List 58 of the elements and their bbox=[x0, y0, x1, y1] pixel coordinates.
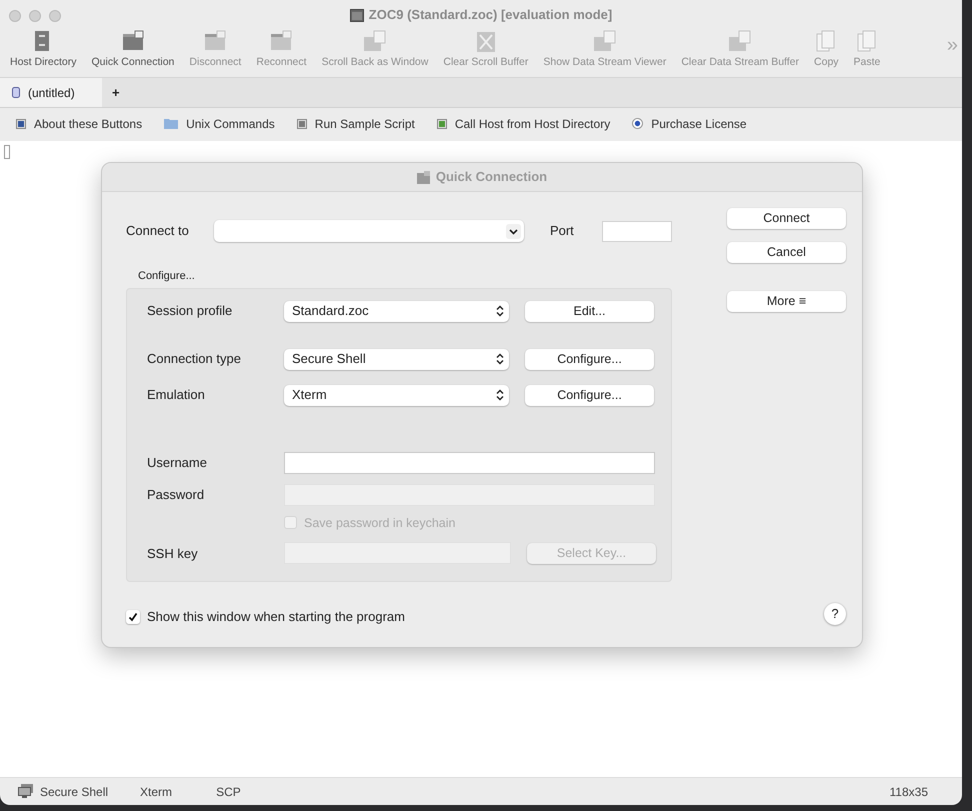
help-button[interactable]: ? bbox=[824, 603, 846, 625]
status-text: SCP bbox=[216, 784, 241, 800]
field-label: Port bbox=[550, 222, 575, 240]
group-label: Configure... bbox=[138, 269, 195, 284]
popup-button[interactable]: Standard.zoc bbox=[284, 300, 509, 322]
port-field[interactable] bbox=[602, 220, 672, 242]
field-label: Session profile bbox=[147, 302, 234, 320]
script-button[interactable]: About these Buttons bbox=[16, 114, 142, 132]
script-button[interactable]: Unix Commands bbox=[164, 114, 275, 132]
dialog-button[interactable]: Connect bbox=[727, 208, 846, 229]
field-label: Emulation bbox=[147, 386, 206, 404]
dialog-button[interactable]: Edit... bbox=[525, 300, 654, 322]
new-tab-button[interactable]: + bbox=[102, 78, 130, 107]
field-label: Username bbox=[147, 454, 208, 472]
terminal-icon bbox=[203, 30, 228, 52]
field-label: Connection type bbox=[147, 350, 242, 368]
popup-button[interactable]: Secure Shell bbox=[284, 348, 509, 370]
terminal-icon bbox=[269, 30, 294, 52]
script-button[interactable]: Call Host from Host Directory bbox=[436, 114, 610, 132]
up-down-icon bbox=[496, 353, 504, 365]
field-label: Password bbox=[147, 486, 206, 504]
monitor-icon bbox=[18, 784, 34, 799]
toolbar-button[interactable]: Host Directory bbox=[10, 30, 77, 71]
document-icon bbox=[12, 87, 20, 98]
dialog-title: Quick Connection bbox=[436, 168, 548, 186]
zoom-button[interactable] bbox=[49, 10, 61, 22]
script-button[interactable]: Run Sample Script bbox=[296, 114, 415, 132]
window-title: ZOC9 (Standard.zoc) [evaluation mode] bbox=[368, 6, 612, 24]
up-down-icon bbox=[496, 389, 504, 401]
terminal-icon bbox=[416, 170, 431, 184]
window-icon bbox=[592, 30, 617, 52]
username-field[interactable] bbox=[284, 452, 655, 474]
dialog-button[interactable]: More ≡ bbox=[727, 291, 846, 312]
close-button[interactable] bbox=[9, 10, 21, 22]
chevron-down-icon bbox=[506, 224, 521, 238]
field-label: Connect to bbox=[126, 222, 190, 240]
checkmark-icon bbox=[128, 612, 138, 622]
text-cursor bbox=[4, 145, 10, 159]
terminal-icon bbox=[350, 8, 364, 22]
script-button[interactable]: Purchase License bbox=[632, 114, 747, 132]
terminal-icon bbox=[120, 30, 145, 52]
up-down-icon bbox=[496, 305, 504, 317]
tab[interactable]: (untitled) bbox=[0, 78, 102, 107]
popup-button[interactable]: Xterm bbox=[284, 384, 509, 406]
window-icon bbox=[362, 30, 387, 52]
status-text: Xterm bbox=[140, 784, 172, 800]
status-text: Secure Shell bbox=[40, 784, 108, 800]
dialog-button[interactable]: Configure... bbox=[525, 384, 654, 406]
field-label: SSH key bbox=[147, 544, 199, 563]
minimize-button[interactable] bbox=[29, 10, 41, 22]
dialog-button[interactable]: Configure... bbox=[525, 348, 654, 370]
dialog-button[interactable]: Cancel bbox=[727, 242, 846, 263]
checkbox[interactable]: Show this window when starting the program bbox=[126, 607, 405, 627]
toolbar-button[interactable]: Quick Connection bbox=[92, 30, 174, 71]
radio-icon bbox=[632, 118, 644, 129]
window-icon bbox=[728, 30, 752, 52]
terminal-size: 118x35 bbox=[890, 784, 928, 800]
host-combo-box[interactable] bbox=[214, 220, 524, 242]
